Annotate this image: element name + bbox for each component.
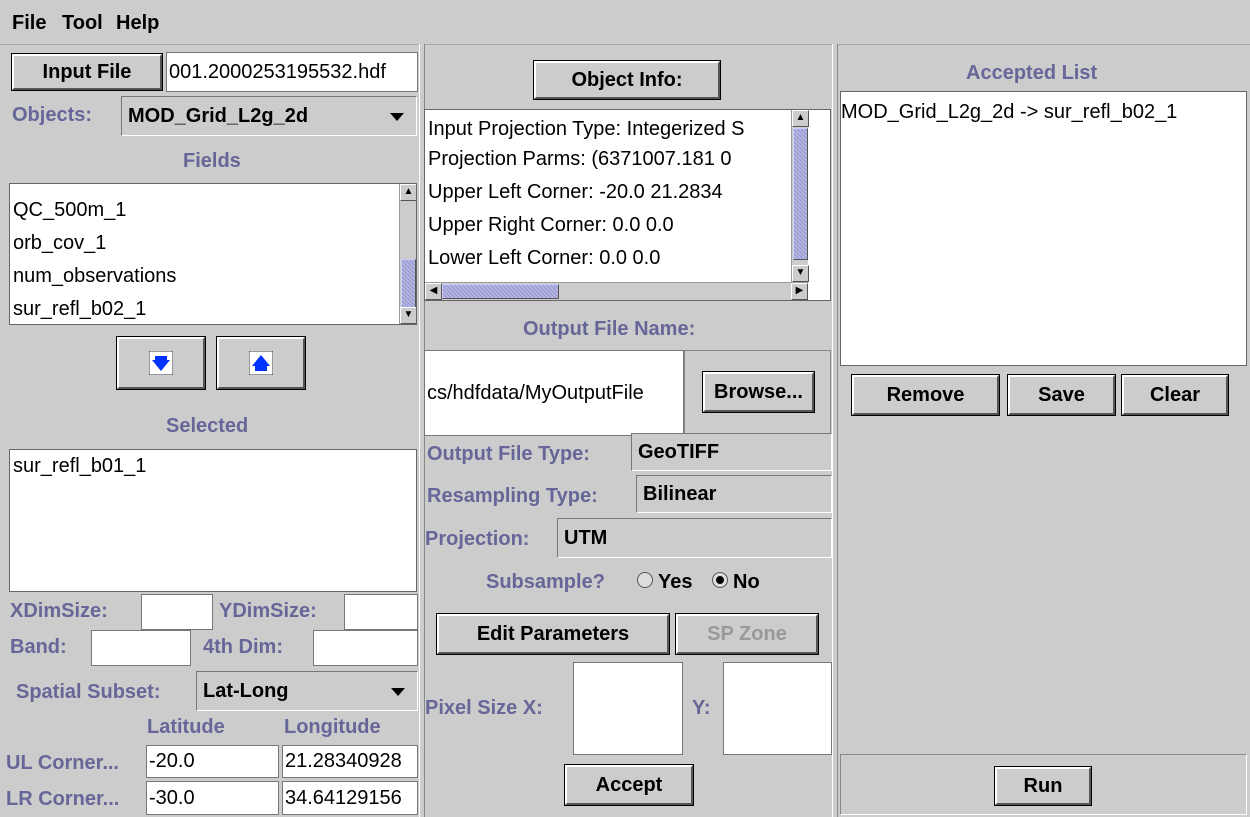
subsample-label: Subsample? bbox=[486, 571, 605, 593]
menu-tool[interactable]: Tool bbox=[62, 12, 103, 35]
clear-button[interactable]: Clear bbox=[1122, 375, 1228, 415]
info-line: Projection Parms: (6371007.181 0 bbox=[428, 148, 732, 170]
projection-dropdown[interactable]: UTM bbox=[557, 518, 832, 558]
scroll-up-icon[interactable]: ▲ bbox=[792, 110, 809, 127]
ydimsize-input[interactable] bbox=[344, 594, 418, 630]
subsample-no-label[interactable]: No bbox=[733, 571, 760, 594]
fourth-dim-input[interactable] bbox=[313, 630, 418, 666]
arrow-up-icon bbox=[249, 351, 273, 375]
list-item[interactable]: MOD_Grid_L2g_2d -> sur_refl_b02_1 bbox=[841, 92, 1246, 132]
resampling-type-dropdown[interactable]: Bilinear bbox=[636, 475, 832, 513]
pixel-size-x-label: Pixel Size X: bbox=[425, 697, 543, 719]
scroll-down-icon[interactable]: ▼ bbox=[400, 307, 416, 324]
fields-label: Fields bbox=[183, 150, 241, 172]
input-file-field[interactable]: 001.2000253195532.hdf bbox=[166, 52, 418, 92]
sp-zone-button: SP Zone bbox=[676, 614, 818, 654]
fourth-dim-label: 4th Dim: bbox=[203, 636, 283, 658]
input-file-button[interactable]: Input File bbox=[12, 54, 162, 90]
list-item[interactable]: sur_refl_b02_1 bbox=[10, 293, 416, 324]
right-panel-divider[interactable] bbox=[832, 44, 838, 817]
xdimsize-label: XDimSize: bbox=[10, 600, 108, 622]
move-up-button[interactable] bbox=[217, 337, 305, 389]
radio-dot-icon bbox=[716, 576, 724, 584]
menu-bar: File Tool Help bbox=[0, 0, 1250, 45]
info-line: Lower Left Corner: 0.0 0.0 bbox=[428, 247, 661, 269]
output-file-type-label: Output File Type: bbox=[427, 443, 590, 465]
menu-file[interactable]: File bbox=[12, 12, 46, 35]
lr-longitude-input[interactable]: 34.64129156 bbox=[282, 781, 418, 815]
objects-value: MOD_Grid_L2g_2d bbox=[128, 104, 309, 127]
longitude-label: Longitude bbox=[284, 716, 381, 738]
info-line: Input Projection Type: Integerized S bbox=[428, 118, 745, 140]
info-horizontal-scrollbar[interactable]: ◀ ▶ bbox=[425, 282, 808, 300]
object-info-button[interactable]: Object Info: bbox=[534, 61, 720, 99]
lr-latitude-input[interactable]: -30.0 bbox=[146, 781, 279, 815]
scroll-up-icon[interactable]: ▲ bbox=[400, 184, 416, 201]
list-item-partial: ‾ ‾ ‾ ‾ ‾ bbox=[10, 184, 416, 194]
accepted-list[interactable]: MOD_Grid_L2g_2d -> sur_refl_b02_1 bbox=[840, 91, 1247, 366]
object-info-textarea[interactable]: Input Projection Type: Integerized S Pro… bbox=[424, 109, 831, 301]
scroll-down-icon[interactable]: ▼ bbox=[792, 265, 809, 282]
browse-button[interactable]: Browse... bbox=[703, 372, 814, 412]
objects-dropdown[interactable]: MOD_Grid_L2g_2d bbox=[121, 96, 417, 136]
output-file-type-dropdown[interactable]: GeoTIFF bbox=[631, 433, 832, 471]
pixel-size-x-input[interactable] bbox=[573, 662, 683, 755]
ul-corner-label: UL Corner... bbox=[6, 752, 119, 774]
objects-label: Objects: bbox=[12, 104, 93, 126]
spatial-subset-dropdown[interactable]: Lat-Long bbox=[196, 671, 418, 711]
info-line: Upper Left Corner: -20.0 21.2834 bbox=[428, 181, 723, 203]
info-vertical-scrollbar[interactable]: ▲ ▼ bbox=[791, 110, 809, 282]
chevron-down-icon bbox=[391, 688, 405, 696]
accepted-list-label: Accepted List bbox=[966, 62, 1098, 84]
output-file-name-label: Output File Name: bbox=[523, 318, 696, 340]
ul-longitude-input[interactable]: 21.28340928 bbox=[282, 745, 418, 778]
edit-parameters-button[interactable]: Edit Parameters bbox=[437, 614, 669, 654]
browse-container: Browse... bbox=[684, 350, 831, 436]
selected-list[interactable]: sur_refl_b01_1 bbox=[9, 449, 417, 592]
latitude-label: Latitude bbox=[147, 716, 225, 738]
fields-list[interactable]: ‾ ‾ ‾ ‾ ‾ QC_500m_1 orb_cov_1 num_observ… bbox=[9, 183, 417, 325]
info-line: Upper Right Corner: 0.0 0.0 bbox=[428, 214, 674, 236]
remove-button[interactable]: Remove bbox=[852, 375, 999, 415]
band-input[interactable] bbox=[91, 630, 191, 666]
output-file-input[interactable]: cs/hdfdata/MyOutputFile bbox=[424, 350, 684, 436]
run-button[interactable]: Run bbox=[995, 767, 1091, 805]
resampling-type-label: Resampling Type: bbox=[427, 485, 598, 507]
menu-help[interactable]: Help bbox=[116, 12, 159, 35]
lr-corner-label: LR Corner... bbox=[6, 788, 120, 810]
scroll-left-icon[interactable]: ◀ bbox=[425, 283, 442, 300]
list-item[interactable]: sur_refl_b01_1 bbox=[10, 450, 416, 483]
list-item[interactable]: num_observations bbox=[10, 260, 416, 293]
save-button[interactable]: Save bbox=[1008, 375, 1115, 415]
run-container: Run bbox=[840, 754, 1247, 815]
arrow-down-icon bbox=[149, 351, 173, 375]
subsample-yes-radio[interactable] bbox=[637, 572, 653, 588]
xdimsize-input[interactable] bbox=[141, 594, 213, 630]
spatial-subset-value: Lat-Long bbox=[203, 679, 289, 702]
move-down-button[interactable] bbox=[117, 337, 205, 389]
subsample-yes-label[interactable]: Yes bbox=[658, 571, 692, 594]
fields-scrollbar[interactable]: ▲ ▼ bbox=[399, 184, 416, 324]
ul-latitude-input[interactable]: -20.0 bbox=[146, 745, 279, 778]
accept-button[interactable]: Accept bbox=[565, 765, 693, 805]
scroll-thumb[interactable] bbox=[793, 128, 808, 260]
pixel-size-y-input[interactable] bbox=[723, 662, 832, 755]
spatial-subset-label: Spatial Subset: bbox=[16, 681, 161, 703]
selected-label: Selected bbox=[166, 415, 249, 437]
band-label: Band: bbox=[10, 636, 67, 658]
scroll-thumb[interactable] bbox=[442, 284, 559, 299]
list-item[interactable]: orb_cov_1 bbox=[10, 227, 416, 260]
ydimsize-label: YDimSize: bbox=[219, 600, 317, 622]
scroll-right-icon[interactable]: ▶ bbox=[791, 283, 808, 300]
scroll-thumb[interactable] bbox=[401, 259, 416, 309]
chevron-down-icon bbox=[390, 113, 404, 121]
pixel-size-y-label: Y: bbox=[692, 697, 711, 719]
subsample-no-radio[interactable] bbox=[712, 572, 728, 588]
projection-label: Projection: bbox=[425, 528, 530, 550]
list-item[interactable]: QC_500m_1 bbox=[10, 194, 416, 227]
